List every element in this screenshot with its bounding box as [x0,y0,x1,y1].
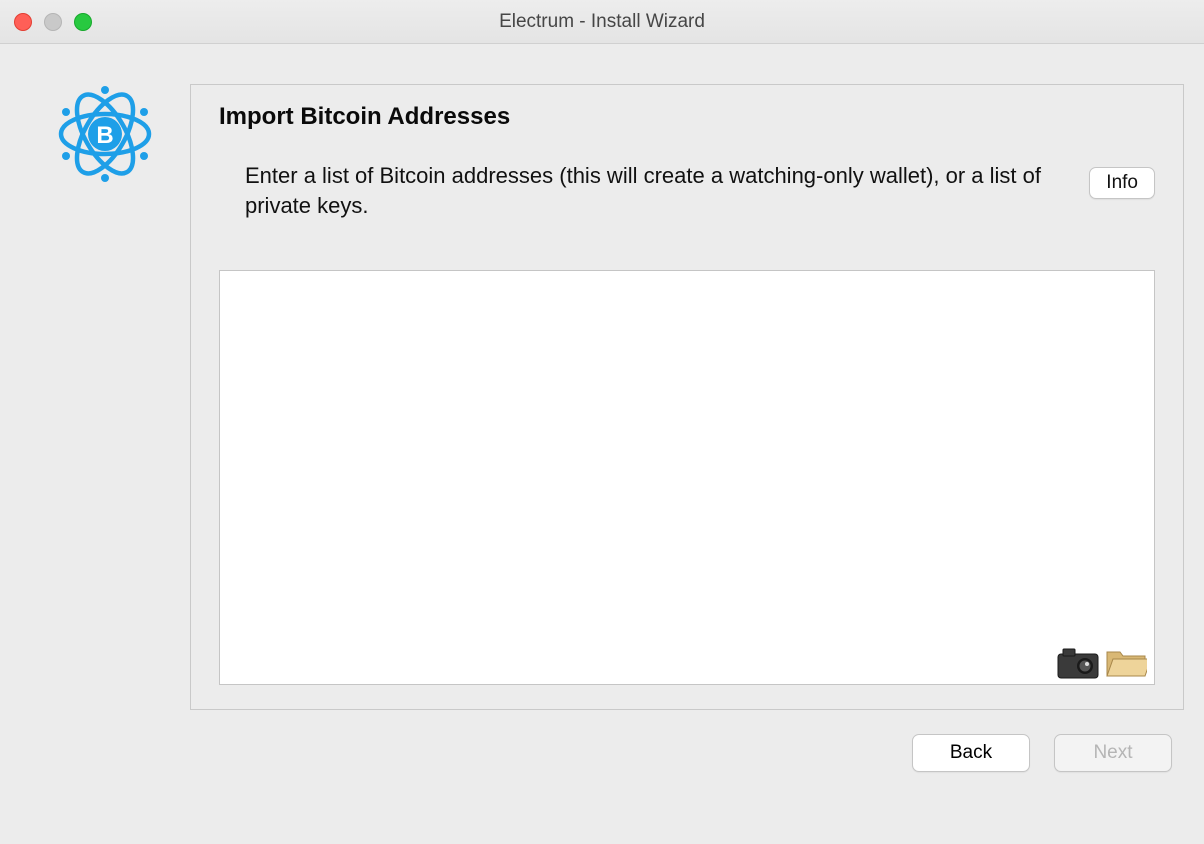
window-controls [14,13,92,31]
info-button[interactable]: Info [1089,167,1155,199]
close-window-button[interactable] [14,13,32,31]
footer-buttons: Back Next [0,710,1204,772]
instruction-row: Enter a list of Bitcoin addresses (this … [219,161,1155,220]
window-title: Electrum - Install Wizard [0,11,1204,33]
titlebar: Electrum - Install Wizard [0,0,1204,44]
content-area: B Import Bitcoin Addresses Enter a list … [0,44,1204,710]
open-file-button[interactable] [1105,647,1147,679]
wizard-panel: Import Bitcoin Addresses Enter a list of… [190,84,1184,710]
svg-text:B: B [96,122,113,149]
maximize-window-button[interactable] [74,13,92,31]
camera-icon [1057,647,1099,679]
textarea-container [219,270,1155,685]
electrum-logo-icon: B [55,84,155,184]
logo-column: B [20,84,190,710]
panel-heading: Import Bitcoin Addresses [219,103,1155,131]
instruction-text: Enter a list of Bitcoin addresses (this … [245,161,1071,220]
scan-qr-button[interactable] [1057,647,1099,679]
folder-icon [1105,647,1147,679]
next-button: Next [1054,734,1172,772]
textarea-action-icons [1057,647,1147,679]
minimize-window-button[interactable] [44,13,62,31]
addresses-textarea[interactable] [219,270,1155,685]
back-button[interactable]: Back [912,734,1030,772]
